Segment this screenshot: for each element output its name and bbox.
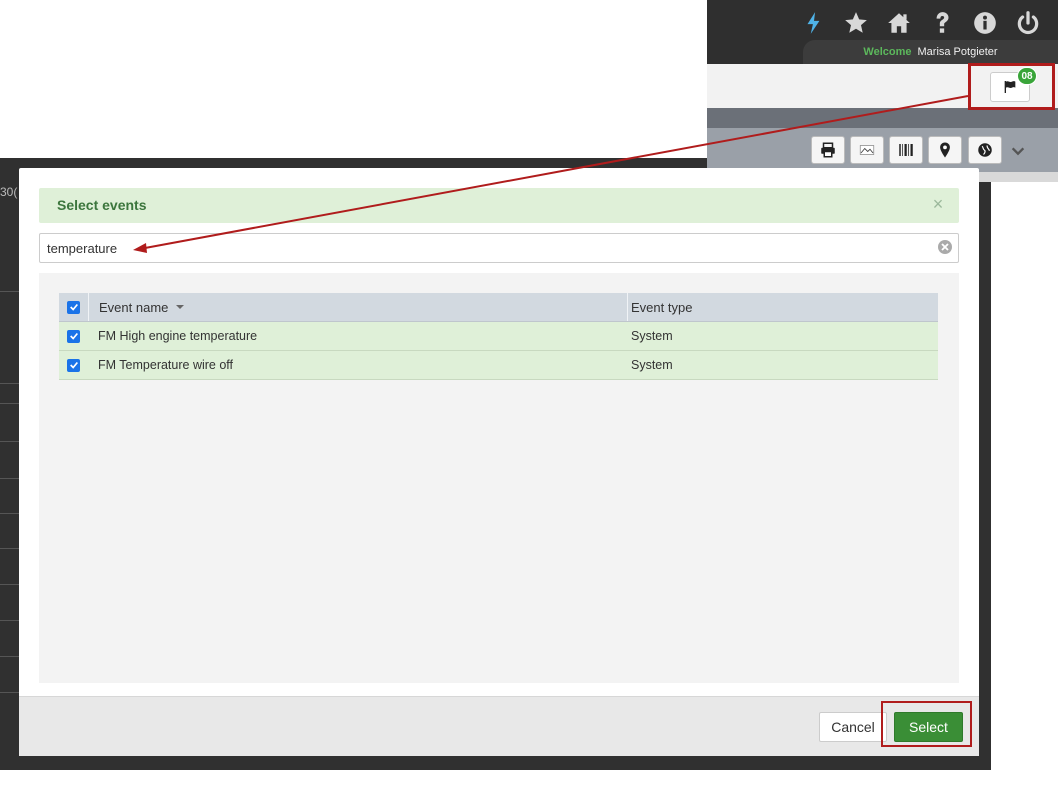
image-export-icon xyxy=(859,145,875,155)
background-divider xyxy=(0,513,19,514)
table-row[interactable]: FM Temperature wire off System xyxy=(59,351,938,380)
help-icon[interactable] xyxy=(927,8,957,38)
print-icon xyxy=(821,142,835,158)
welcome-bar: Welcome Marisa Potgieter xyxy=(803,40,1058,64)
cancel-button[interactable]: Cancel xyxy=(819,712,887,742)
map-pin-button[interactable] xyxy=(928,136,962,164)
map-pin-icon xyxy=(940,142,950,158)
event-name: FM High engine temperature xyxy=(98,329,258,343)
background-partial-text: 30( xyxy=(0,185,18,199)
row-check-cell xyxy=(59,322,88,350)
clear-search-icon[interactable] xyxy=(937,239,953,255)
image-export-button[interactable] xyxy=(850,136,884,164)
top-nav-bar: Welcome Marisa Potgieter xyxy=(707,0,1058,64)
background-divider xyxy=(0,692,19,693)
chevron-down-icon[interactable] xyxy=(1007,140,1029,162)
column-header-event-type[interactable]: Event type xyxy=(628,293,938,321)
lightning-icon[interactable] xyxy=(799,8,829,38)
background-divider xyxy=(0,441,19,442)
background-divider xyxy=(0,620,19,621)
user-name[interactable]: Marisa Potgieter xyxy=(918,46,998,58)
event-name-cell: FM Temperature wire off xyxy=(88,351,628,379)
home-icon[interactable] xyxy=(884,8,914,38)
barcode-button[interactable] xyxy=(889,136,923,164)
background-divider xyxy=(0,584,19,585)
column-header-event-name[interactable]: Event name xyxy=(88,293,628,321)
star-icon[interactable] xyxy=(841,8,871,38)
toolbar-divider-bar xyxy=(707,108,1058,128)
globe-button[interactable] xyxy=(968,136,1002,164)
background-divider xyxy=(0,383,19,384)
row-checkbox[interactable] xyxy=(67,329,80,343)
modal-header: Select events × xyxy=(39,188,959,223)
select-events-modal: Select events × Event name Event type xyxy=(19,168,979,756)
sort-descending-icon[interactable] xyxy=(176,305,185,309)
print-button[interactable] xyxy=(811,136,845,164)
modal-footer: Cancel Select xyxy=(19,696,979,756)
column-header-label: Event name xyxy=(99,299,169,315)
background-divider xyxy=(0,656,19,657)
event-type: System xyxy=(631,329,673,343)
event-type-cell: System xyxy=(628,322,938,350)
row-check-cell xyxy=(59,351,88,379)
search-input[interactable] xyxy=(39,233,959,263)
background-divider xyxy=(0,478,19,479)
modal-title: Select events xyxy=(57,197,147,213)
background-divider xyxy=(0,291,19,292)
events-grid-panel: Event name Event type FM High engine tem… xyxy=(39,273,959,683)
select-all-cell xyxy=(59,293,88,321)
annotation-highlight-select xyxy=(881,701,972,747)
background-divider xyxy=(0,548,19,549)
power-icon[interactable] xyxy=(1013,8,1043,38)
column-header-label: Event type xyxy=(631,299,693,315)
annotation-highlight-flag xyxy=(968,63,1055,110)
close-icon[interactable]: × xyxy=(929,195,947,213)
globe-icon xyxy=(978,143,992,157)
row-checkbox[interactable] xyxy=(67,358,80,372)
event-type-cell: System xyxy=(628,351,938,379)
event-type: System xyxy=(631,358,673,372)
welcome-label: Welcome xyxy=(863,46,912,58)
event-name-cell: FM High engine temperature xyxy=(88,322,628,350)
select-all-checkbox[interactable] xyxy=(67,300,80,314)
barcode-icon xyxy=(899,144,913,156)
table-header-row: Event name Event type xyxy=(59,293,938,322)
background-divider xyxy=(0,403,19,404)
table-row[interactable]: FM High engine temperature System xyxy=(59,322,938,351)
event-name: FM Temperature wire off xyxy=(98,358,234,372)
info-icon[interactable] xyxy=(970,8,1000,38)
events-table: Event name Event type FM High engine tem… xyxy=(59,293,938,380)
